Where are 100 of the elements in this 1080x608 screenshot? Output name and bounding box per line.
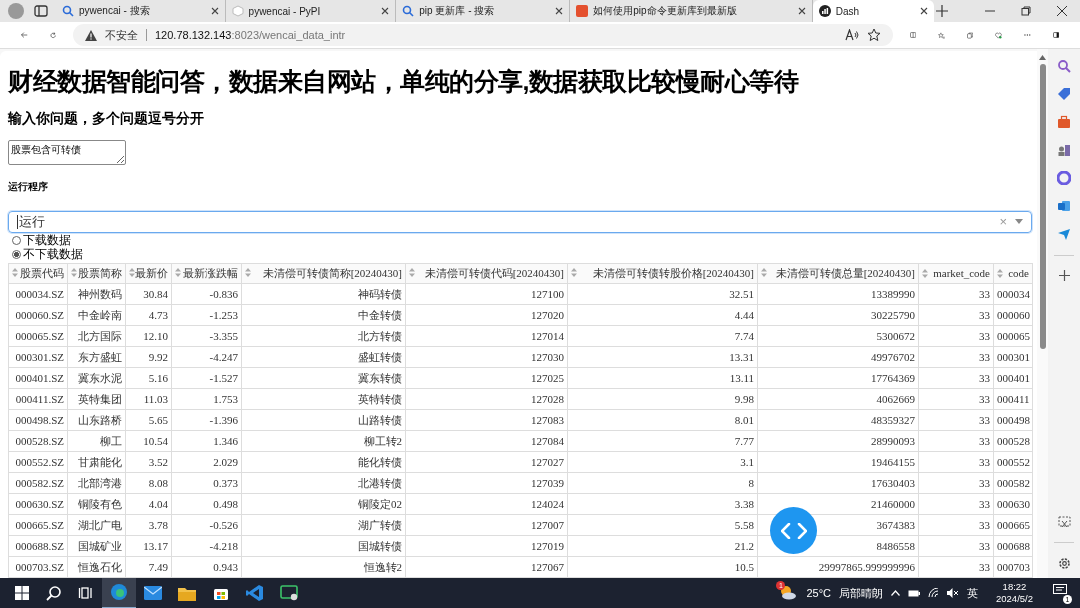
close-icon[interactable] — [920, 7, 928, 15]
table-cell: 恒逸转2 — [241, 556, 406, 578]
close-icon[interactable] — [1057, 6, 1067, 16]
table-cell: 9.92 — [125, 346, 172, 368]
table-cell: 127025 — [405, 367, 568, 389]
screenshot-icon[interactable] — [1057, 516, 1071, 528]
close-icon[interactable] — [381, 7, 390, 15]
table-cell: 3.52 — [125, 451, 172, 473]
radio-option[interactable]: 不下载数据 — [8, 247, 83, 261]
column-header[interactable]: market_code — [918, 263, 994, 284]
table-cell: 000411.SZ — [8, 388, 68, 410]
column-header[interactable]: 股票简称 — [67, 263, 126, 284]
more-icon[interactable] — [1024, 33, 1031, 37]
add-icon[interactable] — [1058, 270, 1070, 281]
settings-icon[interactable] — [1057, 557, 1071, 570]
table-cell: 000703.SZ — [8, 556, 68, 578]
column-header[interactable]: 股票代码 — [8, 263, 68, 284]
caret-icon — [1015, 219, 1023, 225]
table-cell: 13.11 — [567, 367, 758, 389]
scroll-up-icon[interactable] — [1039, 55, 1046, 60]
table-cell: 13389990 — [757, 283, 919, 305]
tab-actions-icon[interactable] — [34, 5, 48, 17]
chevron-up-icon[interactable] — [891, 590, 900, 596]
task-view-icon[interactable] — [78, 585, 94, 601]
table-cell: 3.78 — [125, 514, 172, 536]
toolbox-icon[interactable] — [1057, 115, 1071, 129]
close-icon[interactable] — [555, 7, 564, 15]
table-cell: 11.03 — [125, 388, 172, 410]
table-cell: 30.84 — [125, 283, 172, 305]
table-cell: 10.54 — [125, 430, 172, 452]
read-aloud-icon[interactable] — [845, 29, 859, 41]
table-cell: 000528.SZ — [8, 430, 68, 452]
table-cell: 127100 — [405, 283, 568, 305]
dash-logo-icon — [818, 5, 831, 17]
search-icon — [402, 5, 415, 17]
table-cell: 32.51 — [567, 283, 758, 305]
table-cell: 33 — [918, 451, 994, 473]
split-screen-icon[interactable] — [910, 29, 917, 41]
table-cell: -4.247 — [171, 346, 242, 368]
table-cell: 4.04 — [125, 493, 172, 515]
table-cell: 英特转债 — [241, 388, 406, 410]
star-icon[interactable] — [867, 28, 881, 42]
table-cell: 铜陵有色 — [67, 493, 126, 515]
run-dropdown[interactable]: 运行 × — [8, 210, 1032, 233]
table-cell: 33 — [918, 430, 994, 452]
new-tab-icon[interactable] — [936, 5, 948, 17]
close-icon[interactable] — [797, 7, 806, 15]
table-cell: 5.16 — [125, 367, 172, 389]
table-cell: 国城矿业 — [67, 535, 126, 557]
mail-icon[interactable] — [1057, 199, 1071, 213]
browser-app-icon[interactable] — [102, 577, 136, 608]
wifi-icon[interactable] — [928, 588, 939, 598]
sidebar-toggle-icon[interactable] — [1052, 29, 1059, 41]
table-cell: 恒逸石化 — [67, 556, 126, 578]
table-cell: 能化转债 — [241, 451, 406, 473]
address-bar[interactable]: 不安全 120.78.132.143:8023/wencai_data_intr — [73, 24, 893, 46]
notification-icon[interactable] — [1053, 584, 1067, 596]
browser-tab[interactable]: Dash — [812, 0, 934, 22]
radio-option[interactable]: 下载数据 — [8, 233, 71, 247]
table-cell: 5.58 — [567, 514, 758, 536]
table-cell: 000552.SZ — [8, 451, 68, 473]
table-cell: 33 — [918, 409, 994, 431]
question-field[interactable]: 股票包含可转债 — [8, 140, 126, 165]
table-cell: 神码转债 — [241, 283, 406, 305]
column-header[interactable]: 最新涨跌幅 — [171, 263, 242, 284]
table-cell: 33 — [918, 556, 994, 578]
speaker-muted-icon[interactable] — [947, 588, 959, 598]
tag-icon[interactable] — [1057, 87, 1071, 101]
column-header[interactable]: 未清偿可转债转股价格[20240430] — [567, 263, 758, 284]
table-cell: 0.943 — [171, 556, 242, 578]
input-method-text[interactable]: 英 — [967, 585, 978, 601]
search-icon[interactable] — [46, 585, 62, 601]
table-cell: 1.346 — [171, 430, 242, 452]
column-header[interactable]: code — [993, 263, 1033, 284]
table-cell: 127030 — [405, 346, 568, 368]
table-cell: 30225790 — [757, 304, 919, 326]
table-cell: 000665.SZ — [8, 514, 68, 536]
column-header[interactable]: 最新价 — [125, 263, 172, 284]
table-cell: 000688.SZ — [8, 535, 68, 557]
table-cell: -1.527 — [171, 367, 242, 389]
clock[interactable]: 18:22 2024/5/2 — [996, 581, 1033, 605]
table-cell: 7.74 — [567, 325, 758, 347]
battery-icon[interactable] — [908, 589, 920, 597]
table-cell: 000401.SZ — [8, 367, 68, 389]
close-icon[interactable] — [210, 7, 219, 15]
table-cell: 127083 — [405, 409, 568, 431]
column-header[interactable]: 未清偿可转债总量[20240430] — [757, 263, 919, 284]
table-cell: 28990093 — [757, 430, 919, 452]
column-header[interactable]: 未清偿可转债代码[20240430] — [405, 263, 568, 284]
restore-icon[interactable] — [1021, 6, 1031, 16]
column-header[interactable]: 未清偿可转债简称[20240430] — [241, 263, 406, 284]
table-cell: 冀东水泥 — [67, 367, 126, 389]
table-cell: -4.218 — [171, 535, 242, 557]
table-cell: 2.029 — [171, 451, 242, 473]
back-icon[interactable] — [21, 29, 28, 41]
question-label: 输入你问题，多个问题逗号分开 — [8, 110, 204, 128]
search-icon — [62, 5, 74, 17]
windows-icon[interactable] — [14, 585, 30, 601]
send-icon[interactable] — [1057, 227, 1071, 241]
code-toggle-button[interactable] — [770, 507, 817, 554]
